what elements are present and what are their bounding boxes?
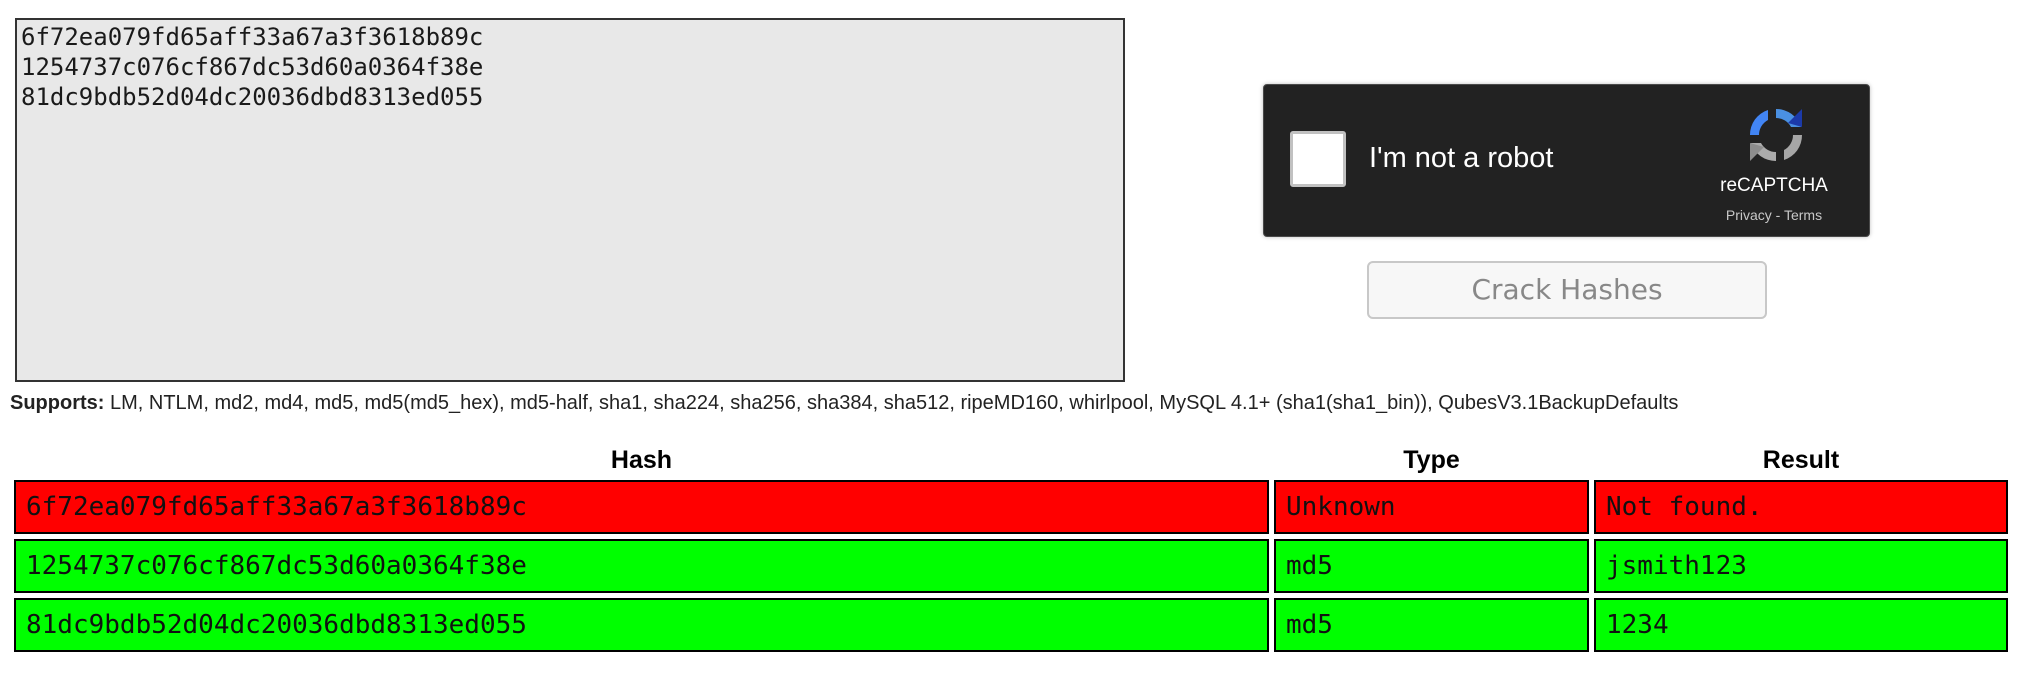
header-result: Result: [1762, 446, 1840, 474]
result-value-cell: 1234: [1594, 598, 2008, 652]
header-hash: Hash: [610, 446, 673, 474]
recaptcha-brand: reCAPTCHA: [1720, 175, 1828, 196]
recaptcha-widget: I'm not a robot reCAPTCHA Privacy - Term…: [1263, 84, 1870, 237]
recaptcha-label: I'm not a robot: [1369, 142, 1554, 174]
crack-hashes-button[interactable]: Crack Hashes: [1367, 261, 1767, 319]
result-value-cell: jsmith123: [1594, 539, 2008, 593]
recaptcha-terms-link[interactable]: Terms: [1784, 207, 1822, 223]
result-row: 6f72ea079fd65aff33a67a3f3618b89c Unknown…: [14, 480, 2008, 534]
header-type: Type: [1403, 446, 1460, 474]
recaptcha-privacy-link[interactable]: Privacy: [1726, 207, 1772, 223]
recaptcha-links: Privacy - Terms: [1694, 207, 1854, 223]
result-hash-cell: 81dc9bdb52d04dc20036dbd8313ed055: [14, 598, 1269, 652]
result-type-cell: Unknown: [1274, 480, 1589, 534]
supports-line: Supports: LM, NTLM, md2, md4, md5, md5(m…: [10, 392, 1678, 415]
result-value-cell: Not found.: [1594, 480, 2008, 534]
hash-input[interactable]: [15, 18, 1125, 382]
recaptcha-checkbox[interactable]: [1290, 131, 1346, 187]
result-type-cell: md5: [1274, 539, 1589, 593]
result-hash-cell: 6f72ea079fd65aff33a67a3f3618b89c: [14, 480, 1269, 534]
results-header-row: Hash Type Result: [14, 445, 2008, 475]
result-row: 1254737c076cf867dc53d60a0364f38e md5 jsm…: [14, 539, 2008, 593]
supports-text: LM, NTLM, md2, md4, md5, md5(md5_hex), m…: [104, 392, 1679, 414]
recaptcha-link-separator: -: [1771, 207, 1784, 223]
result-type-cell: md5: [1274, 598, 1589, 652]
result-row: 81dc9bdb52d04dc20036dbd8313ed055 md5 123…: [14, 598, 2008, 652]
result-hash-cell: 1254737c076cf867dc53d60a0364f38e: [14, 539, 1269, 593]
supports-label: Supports:: [10, 392, 105, 414]
results-table: Hash Type Result 6f72ea079fd65aff33a67a3…: [9, 440, 2013, 657]
recaptcha-logo-icon: [1749, 108, 1803, 162]
